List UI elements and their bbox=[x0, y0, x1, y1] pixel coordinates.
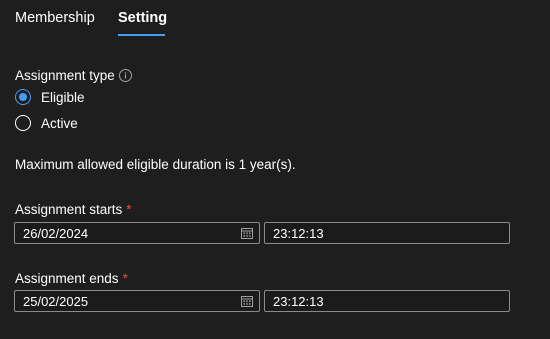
assignment-ends-label: Assignment ends * bbox=[15, 271, 128, 286]
radio-active-indicator[interactable] bbox=[15, 115, 31, 131]
required-mark: * bbox=[122, 271, 128, 286]
assignment-end-time-input[interactable] bbox=[273, 293, 473, 309]
required-mark: * bbox=[126, 202, 132, 217]
assignment-end-time-field[interactable] bbox=[264, 290, 510, 312]
active-tab-indicator bbox=[118, 34, 165, 36]
radio-active[interactable]: Active bbox=[15, 114, 78, 132]
tab-setting[interactable]: Setting bbox=[118, 10, 167, 26]
radio-eligible-indicator[interactable] bbox=[15, 89, 31, 105]
assignment-starts-label: Assignment starts * bbox=[15, 202, 132, 217]
assignment-end-date-field[interactable] bbox=[14, 290, 260, 312]
info-icon[interactable] bbox=[119, 69, 132, 82]
radio-active-label: Active bbox=[41, 115, 78, 131]
radio-eligible[interactable]: Eligible bbox=[15, 88, 85, 106]
assignment-start-time-field[interactable] bbox=[264, 222, 510, 244]
calendar-icon[interactable] bbox=[241, 295, 253, 307]
assignment-start-time-input[interactable] bbox=[273, 225, 473, 241]
assignment-start-date-field[interactable] bbox=[14, 222, 260, 244]
tab-bar: Membership Setting bbox=[0, 0, 550, 40]
duration-notice: Maximum allowed eligible duration is 1 y… bbox=[15, 157, 296, 172]
assignment-ends-text: Assignment ends bbox=[15, 271, 119, 286]
assignment-starts-text: Assignment starts bbox=[15, 202, 123, 217]
tab-membership[interactable]: Membership bbox=[15, 10, 95, 26]
assignment-end-date-input[interactable] bbox=[23, 293, 223, 309]
assignment-start-date-input[interactable] bbox=[23, 225, 223, 241]
radio-eligible-label: Eligible bbox=[41, 89, 85, 105]
calendar-icon[interactable] bbox=[241, 227, 253, 239]
assignment-type-label: Assignment type bbox=[15, 68, 115, 83]
